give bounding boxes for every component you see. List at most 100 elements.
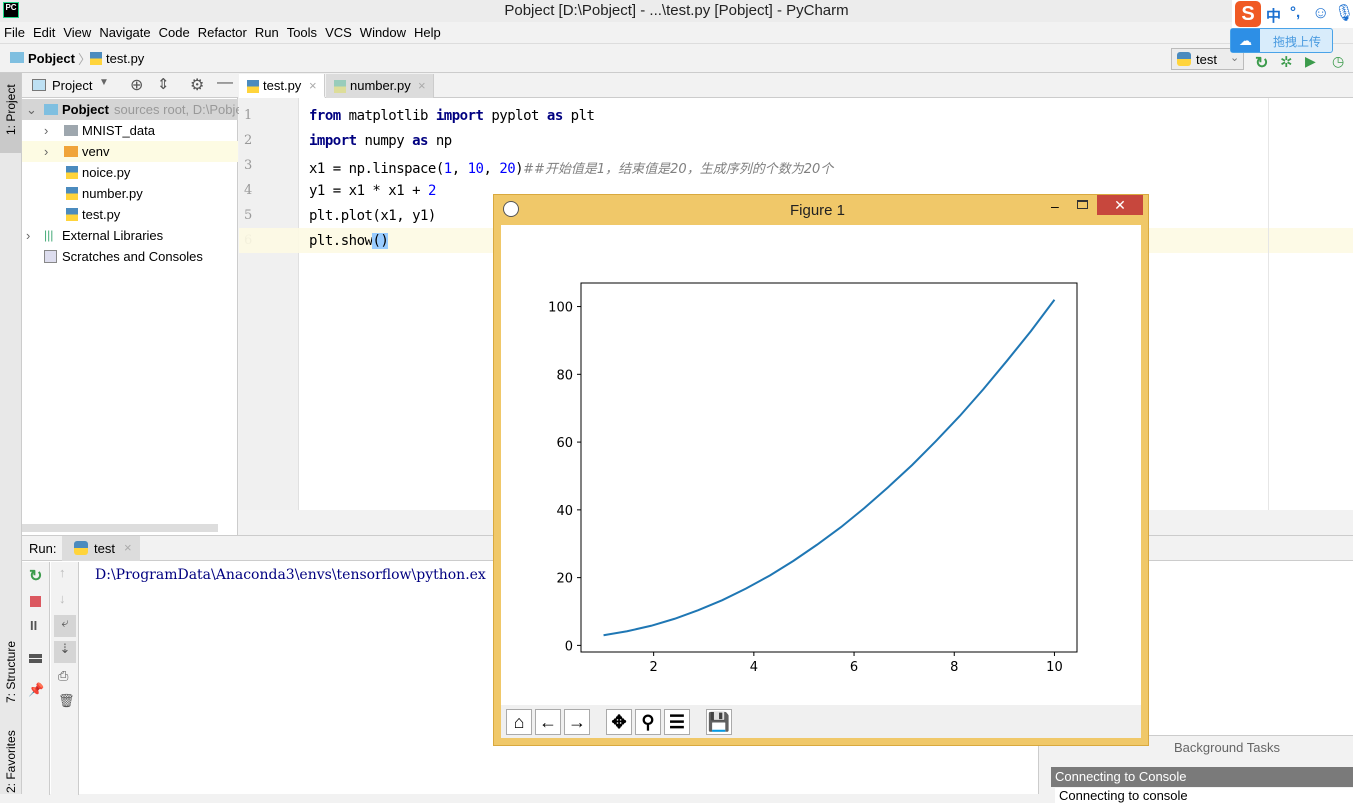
rerun-icon[interactable]: ↻ <box>29 566 42 586</box>
project-view-select[interactable]: Project <box>52 78 92 93</box>
sogou-icon[interactable]: S <box>1235 1 1261 27</box>
item-label: MNIST_data <box>82 123 155 138</box>
code-line-4[interactable]: y1 = x1 * x1 + 2 <box>309 183 436 199</box>
y-tick-label: 20 <box>556 572 573 587</box>
code-line-5[interactable]: plt.plot(x1, y1) <box>309 208 436 224</box>
menu-navigate[interactable]: Navigate <box>95 22 154 44</box>
tree-external-libraries[interactable]: › ||| External Libraries <box>22 225 238 246</box>
arrow-down-icon[interactable]: ↓ <box>59 591 66 606</box>
stop-icon[interactable] <box>30 596 41 607</box>
save-button[interactable]: 💾 <box>706 709 732 735</box>
menu-file[interactable]: File <box>0 22 29 44</box>
menu-code[interactable]: Code <box>155 22 194 44</box>
tree-root[interactable]: ⌄ Pobject sources root, D:\Pobject <box>22 99 253 120</box>
menu-window[interactable]: Window <box>356 22 410 44</box>
line-number: 2 <box>244 133 253 148</box>
tool-favorites-tab[interactable]: 2: Favorites <box>4 730 18 793</box>
code-line-2[interactable]: import numpy as np <box>309 133 452 149</box>
x-tick-label: 4 <box>750 660 758 675</box>
profile-icon[interactable]: ◷ <box>1332 53 1344 70</box>
project-panel: Project ▼ ⊕ ⇕ ⚙ — ⌄ Pobject sources root… <box>22 73 253 535</box>
menu-tools[interactable]: Tools <box>283 22 321 44</box>
horizontal-scrollbar[interactable] <box>22 524 218 532</box>
tab-label: test.py <box>263 78 302 93</box>
folder-icon <box>10 52 24 63</box>
configure-subplots-button[interactable]: ☰ <box>664 709 690 735</box>
chevron-right-icon: › <box>44 144 49 159</box>
close-icon[interactable]: × <box>309 74 317 98</box>
tool-project-tab[interactable]: 1: Project <box>0 73 21 153</box>
forward-button[interactable]: → <box>564 709 590 735</box>
folder-icon <box>64 125 78 136</box>
tree-item-number-py[interactable]: number.py <box>22 183 238 204</box>
y-tick-label: 80 <box>556 368 573 383</box>
project-view-icon <box>32 79 46 91</box>
layout-icon[interactable] <box>29 654 42 663</box>
close-icon[interactable]: × <box>418 74 426 98</box>
tool-structure-tab[interactable]: 7: Structure <box>4 641 18 703</box>
matplotlib-icon <box>503 201 519 217</box>
task-label: Connecting to Console <box>1055 769 1187 784</box>
minimize-icon[interactable]: — <box>217 74 233 92</box>
menu-view[interactable]: View <box>59 22 95 44</box>
menu-edit[interactable]: Edit <box>29 22 59 44</box>
pin-icon[interactable]: 📌 <box>28 682 44 698</box>
scroll-to-end-icon[interactable]: ⇣ <box>54 641 76 663</box>
tab-number-py[interactable]: number.py × <box>326 74 434 98</box>
ime-lang[interactable]: 中 <box>1266 5 1281 26</box>
cloud-upload-button[interactable]: ☁ 拖拽上传 <box>1230 28 1333 53</box>
tool-project-label: 1: Project <box>4 84 18 135</box>
gear-icon[interactable]: ⚙ <box>190 75 204 95</box>
ime-punct[interactable]: °, <box>1290 4 1300 21</box>
close-icon[interactable]: × <box>124 540 132 555</box>
trash-icon[interactable]: 🗑 <box>58 693 75 709</box>
breadcrumb-project[interactable]: Pobject <box>28 51 75 66</box>
chevron-down-icon[interactable]: ▼ <box>99 77 109 88</box>
collapse-all-icon[interactable]: ⇕ <box>157 75 170 93</box>
minimize-button[interactable]: – <box>1051 198 1059 214</box>
zoom-button[interactable]: ⚲ <box>635 709 661 735</box>
locate-icon[interactable]: ⊕ <box>130 75 143 95</box>
soft-wrap-icon[interactable]: ⤶ <box>54 615 76 637</box>
emoji-icon[interactable]: ☺ <box>1312 3 1329 23</box>
code-line-1[interactable]: from matplotlib import pyplot as plt <box>309 108 595 124</box>
menu-refactor[interactable]: Refactor <box>194 22 251 44</box>
tab-test-py[interactable]: test.py × <box>239 74 325 98</box>
tree-scratches[interactable]: Scratches and Consoles <box>22 246 238 267</box>
editor-tabs: test.py × number.py × <box>239 73 1353 98</box>
tab-label: number.py <box>350 78 411 93</box>
background-tasks-title: Background Tasks <box>1174 740 1280 755</box>
console-output[interactable]: D:\ProgramData\Anaconda3\envs\tensorflow… <box>95 567 486 583</box>
code-line-3[interactable]: x1 = np.linspace(1, 10, 20)##开始值是1，结束值是2… <box>309 158 833 177</box>
debug-icon[interactable]: ✲ <box>1280 53 1293 71</box>
item-label: External Libraries <box>62 228 164 243</box>
task-item[interactable]: Connecting to Console <box>1051 767 1353 787</box>
back-button[interactable]: ← <box>535 709 561 735</box>
tree-item-test-py[interactable]: test.py <box>22 204 238 225</box>
close-button[interactable]: ✕ <box>1097 195 1143 215</box>
figure-canvas[interactable]: 2 4 6 8 10 0 20 40 60 80 100 <box>501 225 1141 705</box>
code-line-6[interactable]: plt.show() <box>309 233 389 249</box>
tree-item-mnist-data[interactable]: › MNIST_data <box>22 120 238 141</box>
menu-help[interactable]: Help <box>410 22 445 44</box>
pan-button[interactable]: ✥ <box>606 709 632 735</box>
print-icon[interactable]: ⎙ <box>58 668 68 684</box>
run-label: Run: <box>29 541 57 556</box>
arrow-up-icon[interactable]: ↑ <box>59 565 66 580</box>
item-label: number.py <box>82 186 143 201</box>
tree-item-noice-py[interactable]: noice.py <box>22 162 238 183</box>
run-tab-test[interactable]: test × <box>62 536 140 561</box>
menu-run[interactable]: Run <box>251 22 283 44</box>
tree-item-venv[interactable]: › venv <box>22 141 238 162</box>
maximize-button[interactable] <box>1077 200 1088 209</box>
breadcrumb-file[interactable]: test.py <box>106 51 144 66</box>
rerun-icon[interactable]: ↻ <box>1255 53 1268 73</box>
x-tick-label: 6 <box>850 660 858 675</box>
x-tick-label: 10 <box>1046 660 1063 675</box>
python-file-icon <box>66 166 78 179</box>
microphone-icon[interactable]: 🎙 <box>1334 3 1353 23</box>
menu-vcs[interactable]: VCS <box>321 22 356 44</box>
coverage-icon[interactable]: ▶ <box>1305 53 1316 70</box>
home-button[interactable]: ⌂ <box>506 709 532 735</box>
pause-icon[interactable]: II <box>30 618 37 633</box>
